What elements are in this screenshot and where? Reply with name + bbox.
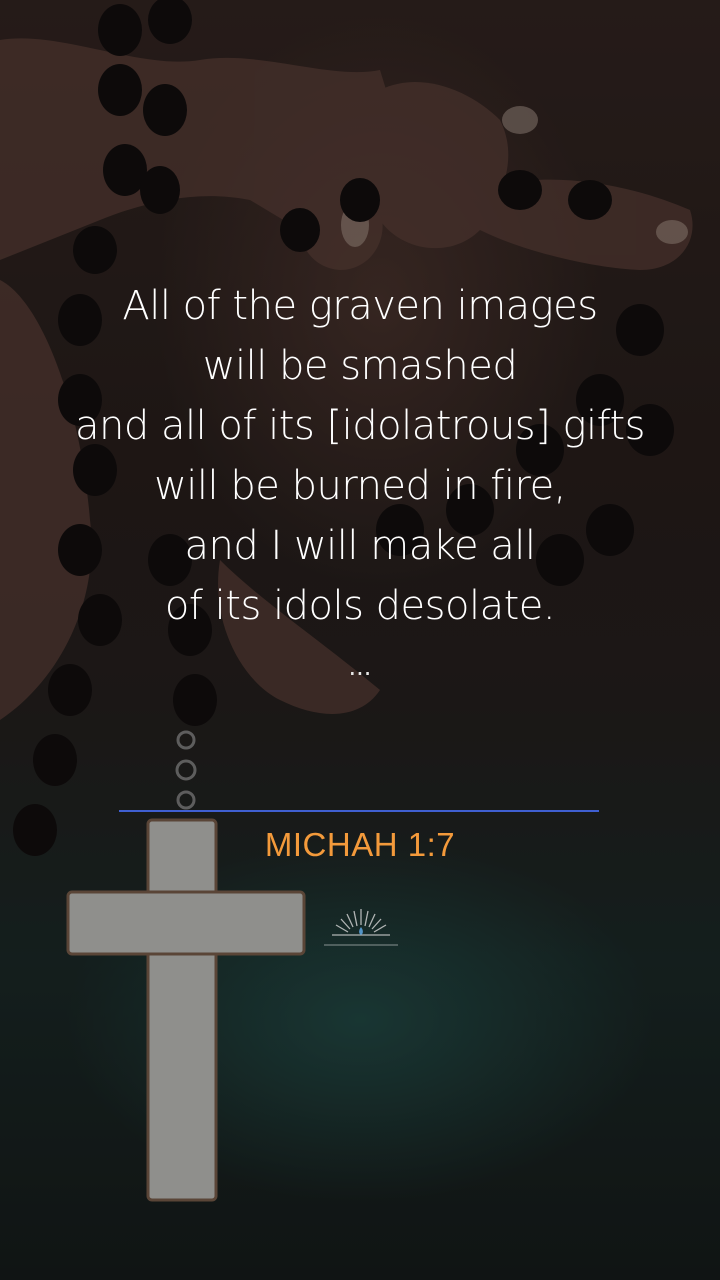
verse-reference: MICHAH 1:7: [264, 826, 456, 863]
verse-line: All of the graven images: [122, 283, 598, 329]
verse-line: will be smashed: [202, 343, 518, 389]
verse-line: and all of its [idolatrous] gifts: [74, 403, 646, 449]
verse-line: will be burned in fire,: [154, 463, 566, 509]
verse-line: of its idols desolate.: [164, 583, 556, 629]
verse-line: and I will make all: [184, 523, 536, 569]
sunrise-candle-logo-icon: [324, 909, 398, 946]
more-ellipsis[interactable]: ...: [0, 652, 720, 682]
verse-screen: All of the graven images will be smashed…: [0, 0, 720, 1280]
divider-line: [119, 810, 599, 812]
verse-text: All of the graven images will be smashed…: [20, 276, 700, 636]
verse-card: All of the graven images will be smashed…: [0, 0, 720, 1280]
